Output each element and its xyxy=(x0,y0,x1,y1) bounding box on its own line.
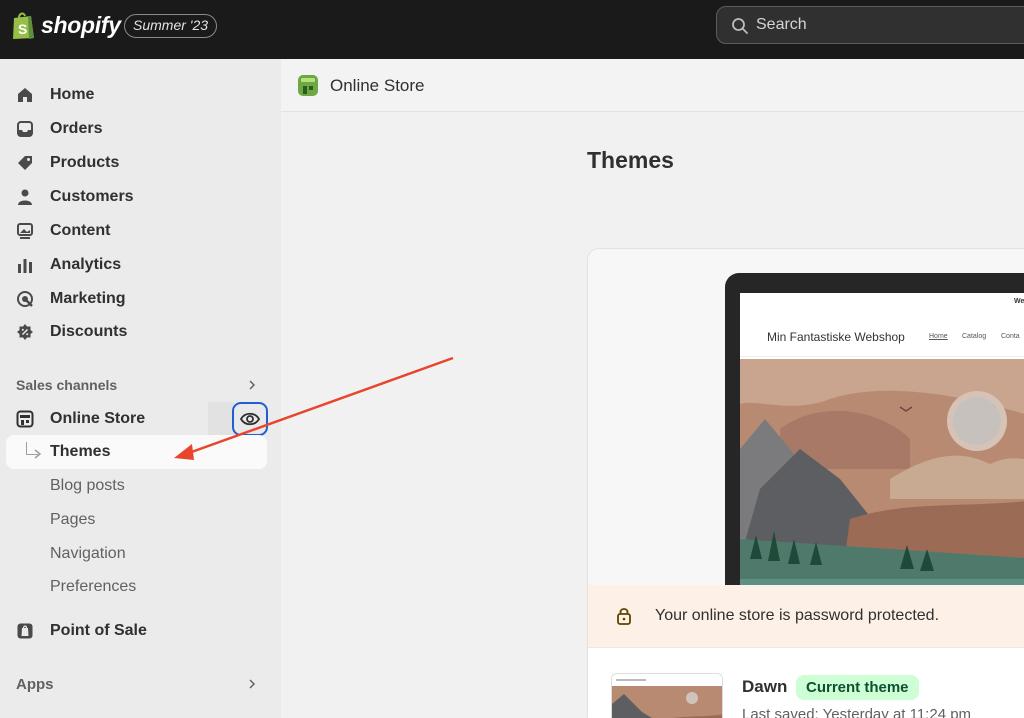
theme-row: Dawn Current theme Last saved: Yesterday… xyxy=(588,647,1024,718)
current-theme-badge: Current theme xyxy=(796,675,919,700)
breadcrumb-title[interactable]: Online Store xyxy=(330,76,425,96)
sidebar: Home Orders Products Customers Content A… xyxy=(0,59,281,718)
sidebar-item-preferences[interactable]: Preferences xyxy=(50,578,136,596)
hero-landscape-illustration xyxy=(740,359,1024,593)
preview-top-note: We xyxy=(1014,298,1024,305)
sidebar-item-point-of-sale[interactable]: Point of Sale xyxy=(16,616,147,646)
sidebar-item-label: Orders xyxy=(50,120,103,137)
hover-shade xyxy=(208,402,234,436)
current-theme-card: We Min Fantastiske Webshop Home Catalog … xyxy=(587,248,1024,718)
sidebar-item-label: Customers xyxy=(50,188,134,205)
inbox-icon xyxy=(17,121,33,137)
svg-text:S: S xyxy=(18,21,27,37)
password-notice-text: Your online store is password protected. xyxy=(655,607,940,624)
main-content: Online Store Themes We Min Fantastiske W… xyxy=(281,59,1024,718)
preview-link-catalog: Catalog xyxy=(962,333,987,340)
shopify-bag-icon: S xyxy=(13,12,34,39)
home-icon xyxy=(18,88,32,102)
sidebar-item-analytics[interactable]: Analytics xyxy=(16,250,121,280)
page-title: Themes xyxy=(587,147,674,173)
sidebar-item-label: Themes xyxy=(50,443,111,460)
sidebar-item-label: Products xyxy=(50,154,120,171)
sidebar-item-label: Online Store xyxy=(50,410,146,427)
sidebar-item-navigation[interactable]: Navigation xyxy=(50,545,126,563)
bar-chart-icon xyxy=(18,259,32,273)
sidebar-item-home[interactable]: Home xyxy=(16,80,94,110)
tag-icon xyxy=(18,156,32,170)
brand-wordmark: shopify xyxy=(41,11,121,38)
theme-preview[interactable]: We Min Fantastiske Webshop Home Catalog … xyxy=(588,249,1024,603)
sidebar-item-online-store[interactable]: Online Store xyxy=(16,404,145,434)
theme-thumbnail[interactable] xyxy=(611,673,723,718)
search-placeholder: Search xyxy=(756,16,807,33)
preview-link-contact: Conta xyxy=(1001,333,1020,340)
sidebar-item-label: Analytics xyxy=(50,256,122,273)
preview-nav: We Min Fantastiske Webshop Home Catalog … xyxy=(740,293,1024,357)
search-icon xyxy=(732,18,748,34)
sidebar-item-label: Marketing xyxy=(50,290,126,307)
preview-shop-name: Min Fantastiske Webshop xyxy=(767,330,905,344)
sidebar-item-label: Discounts xyxy=(50,323,128,340)
laptop-frame: We Min Fantastiske Webshop Home Catalog … xyxy=(725,273,1024,603)
theme-name: Dawn xyxy=(742,677,788,696)
person-icon xyxy=(18,189,32,205)
online-store-icon xyxy=(298,75,318,96)
eye-icon xyxy=(240,412,260,426)
chevron-right-icon[interactable] xyxy=(246,379,258,391)
sidebar-item-content[interactable]: Content xyxy=(16,216,110,246)
sidebar-item-label: Point of Sale xyxy=(50,622,147,639)
search-input[interactable]: Search xyxy=(716,6,1024,44)
sidebar-item-blog-posts[interactable]: Blog posts xyxy=(50,477,125,495)
view-store-button[interactable] xyxy=(232,402,268,436)
chevron-right-icon[interactable] xyxy=(246,678,258,690)
sidebar-item-label: Content xyxy=(50,222,111,239)
sidebar-item-pages[interactable]: Pages xyxy=(50,511,95,529)
shopify-logo[interactable]: S shopify xyxy=(10,10,121,40)
lock-icon xyxy=(617,608,631,625)
tree-arrow-icon xyxy=(34,449,42,459)
password-notice-banner: Your online store is password protected. xyxy=(588,585,1024,647)
sidebar-item-marketing[interactable]: Marketing xyxy=(16,284,126,314)
page-header: Online Store xyxy=(281,59,1024,112)
sidebar-item-discounts[interactable]: Discounts xyxy=(16,317,127,347)
edition-badge[interactable]: Summer '23 xyxy=(124,14,218,38)
last-saved-text: Last saved: Yesterday at 11:24 pm xyxy=(742,706,972,718)
target-icon xyxy=(17,291,33,307)
discount-icon xyxy=(17,324,33,340)
sidebar-item-products[interactable]: Products xyxy=(16,148,119,178)
sidebar-item-label: Home xyxy=(50,86,95,103)
sidebar-item-orders[interactable]: Orders xyxy=(16,114,102,144)
image-icon xyxy=(17,223,33,239)
top-bar: S shopify Summer '23 Search xyxy=(0,0,1024,59)
sidebar-item-themes[interactable]: Themes xyxy=(6,435,267,469)
apps-heading[interactable]: Apps xyxy=(16,676,54,693)
pos-bag-icon xyxy=(17,623,33,639)
sidebar-item-customers[interactable]: Customers xyxy=(16,182,134,212)
sales-channels-heading[interactable]: Sales channels xyxy=(16,377,117,393)
store-preview-screen: We Min Fantastiske Webshop Home Catalog … xyxy=(740,293,1024,593)
thumbnail-image xyxy=(612,674,722,718)
preview-link-home: Home xyxy=(929,333,948,340)
store-icon xyxy=(16,410,34,428)
